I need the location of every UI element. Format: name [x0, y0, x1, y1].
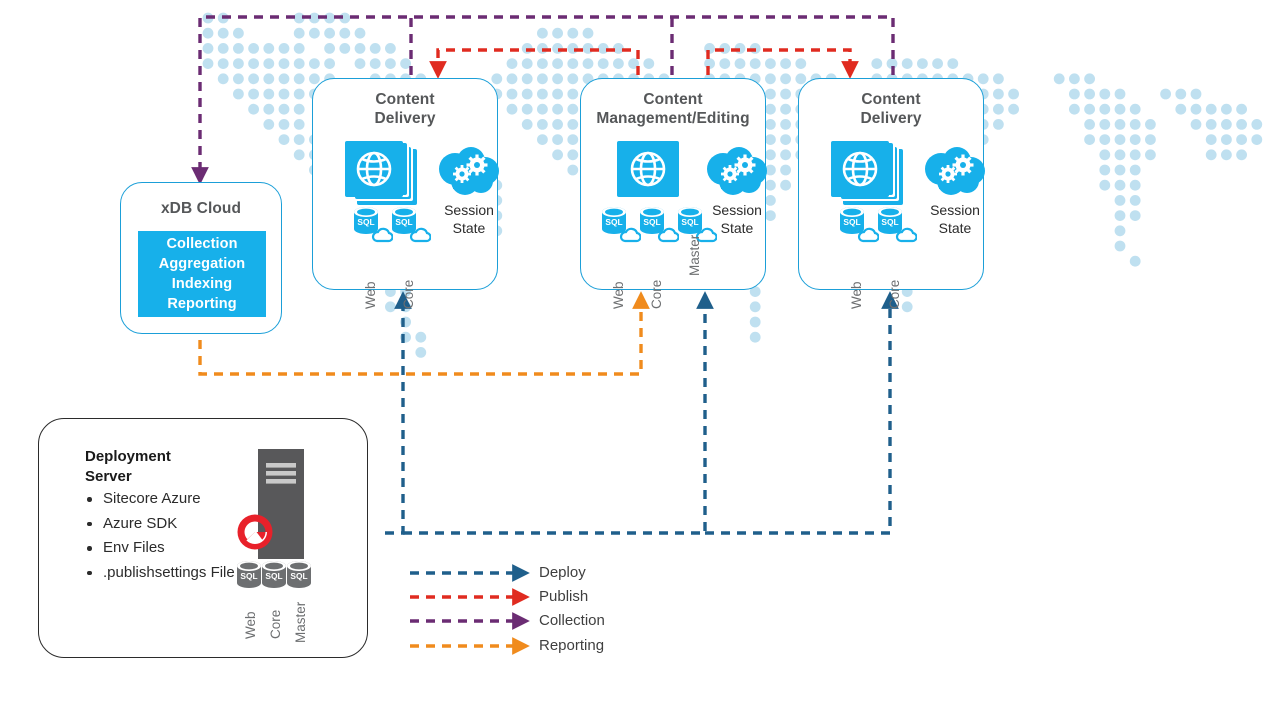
cd-left-db-core-icon: SQL: [392, 207, 431, 243]
xdb-cloud-capability-panel: Collection Aggregation Indexing Reportin…: [138, 231, 266, 317]
cd-right-db-core-icon: SQL: [878, 207, 917, 243]
cm-db-web-label: Web: [611, 281, 626, 309]
deployment-server-item: .publishsettings File: [81, 561, 235, 586]
cd-left-title: Content Delivery: [313, 90, 497, 128]
svg-text:SQL: SQL: [265, 571, 282, 581]
cm-db-master-label: Master: [687, 234, 702, 276]
cd-right-title-line2: Delivery: [860, 110, 922, 127]
cd-left-db-web-label: Web: [363, 281, 378, 309]
xdb-capability-aggregation: Aggregation: [158, 256, 246, 272]
diagram-canvas: xDB Cloud Collection Aggregation Indexin…: [0, 0, 1280, 720]
cd-left-session-line1: Session: [444, 202, 494, 218]
sitecore-logo-icon: [237, 514, 273, 550]
deployment-server-title-line1: Deployment: [85, 448, 171, 465]
cd-left-db-web-icon: SQL: [354, 207, 393, 243]
deployment-db-master-icon: SQL: [287, 561, 311, 588]
deployment-db-master-label: Master: [293, 601, 308, 643]
node-deployment-server[interactable]: Deployment Server Sitecore Azure Azure S…: [38, 418, 368, 658]
node-content-delivery-right[interactable]: Content Delivery Session State SQL Web S…: [798, 78, 985, 309]
cm-session-state-icon: [707, 147, 767, 195]
cm-title-line1: Content: [643, 91, 703, 108]
xdb-capability-indexing: Indexing: [171, 276, 233, 292]
node-content-delivery-left[interactable]: Content Delivery Session State SQL Web S…: [312, 78, 499, 309]
collection-line-group: [191, 15, 895, 185]
cm-web-role-icon: [617, 141, 679, 197]
legend-label-reporting: Reporting: [539, 637, 605, 654]
xdb-capability-reporting: Reporting: [167, 296, 237, 312]
svg-text:SQL: SQL: [395, 217, 412, 227]
cd-left-session-state-label: Session State: [431, 201, 507, 237]
svg-text:SQL: SQL: [881, 217, 898, 227]
deployment-server-title-line2: Server: [85, 468, 132, 485]
svg-text:SQL: SQL: [605, 217, 622, 227]
svg-text:SQL: SQL: [681, 217, 698, 227]
cd-right-session-line1: Session: [930, 202, 980, 218]
cd-right-db-web-icon: SQL: [840, 207, 879, 243]
cd-right-session-line2: State: [938, 220, 972, 236]
cd-right-title-line1: Content: [861, 91, 921, 108]
cm-title-line2: Management/Editing: [596, 110, 750, 127]
node-xdb-cloud[interactable]: xDB Cloud Collection Aggregation Indexin…: [120, 182, 282, 334]
deployment-server-item: Env Files: [81, 536, 235, 561]
publish-line-to-cd-right: [706, 48, 859, 79]
deploy-line-to-cd-left: [385, 291, 412, 535]
deploy-line-to-cm: [403, 291, 714, 535]
deploy-line-to-cd-right: [705, 291, 899, 535]
cd-right-session-state-label: Session State: [917, 201, 993, 237]
cd-right-db-core-label: Core: [887, 279, 902, 309]
deployment-server-item: Sitecore Azure: [81, 487, 235, 512]
cd-right-title: Content Delivery: [799, 90, 983, 128]
legend-label-publish: Publish: [539, 588, 589, 605]
deploy-line-group: [385, 291, 899, 535]
collection-line-cd-right: [191, 15, 895, 185]
svg-text:SQL: SQL: [290, 571, 307, 581]
publish-line-to-cd-left: [429, 48, 640, 79]
cm-db-web-icon: SQL: [602, 207, 641, 243]
deployment-server-item: Azure SDK: [81, 512, 235, 537]
cd-left-session-state-icon: [439, 147, 499, 195]
cm-db-core-icon: SQL: [640, 207, 679, 243]
cm-db-core-label: Core: [649, 279, 664, 309]
svg-text:SQL: SQL: [357, 217, 374, 227]
legend-label-collection: Collection: [539, 612, 605, 629]
deployment-db-core-label: Core: [268, 609, 283, 639]
xdb-capability-collection: Collection: [166, 236, 238, 252]
cd-right-session-state-icon: [925, 147, 985, 195]
deployment-server-item-list: Sitecore Azure Azure SDK Env Files .publ…: [81, 487, 235, 585]
deployment-server-title: Deployment Server: [85, 447, 171, 487]
svg-text:SQL: SQL: [843, 217, 860, 227]
cd-left-title-line2: Delivery: [374, 110, 436, 127]
legend-label-deploy: Deploy: [539, 564, 586, 581]
svg-text:SQL: SQL: [643, 217, 660, 227]
node-content-management[interactable]: Content Management/Editing Session State…: [580, 78, 767, 309]
cd-left-session-line2: State: [452, 220, 486, 236]
cd-left-db-core-label: Core: [401, 279, 416, 309]
xdb-cloud-title: xDB Cloud: [160, 200, 242, 217]
svg-text:SQL: SQL: [240, 571, 257, 581]
deployment-db-web-label: Web: [243, 611, 258, 639]
cm-title: Content Management/Editing: [581, 90, 765, 128]
cd-right-db-web-label: Web: [849, 281, 864, 309]
publish-line-group: [429, 48, 859, 79]
cd-left-title-line1: Content: [375, 91, 435, 108]
